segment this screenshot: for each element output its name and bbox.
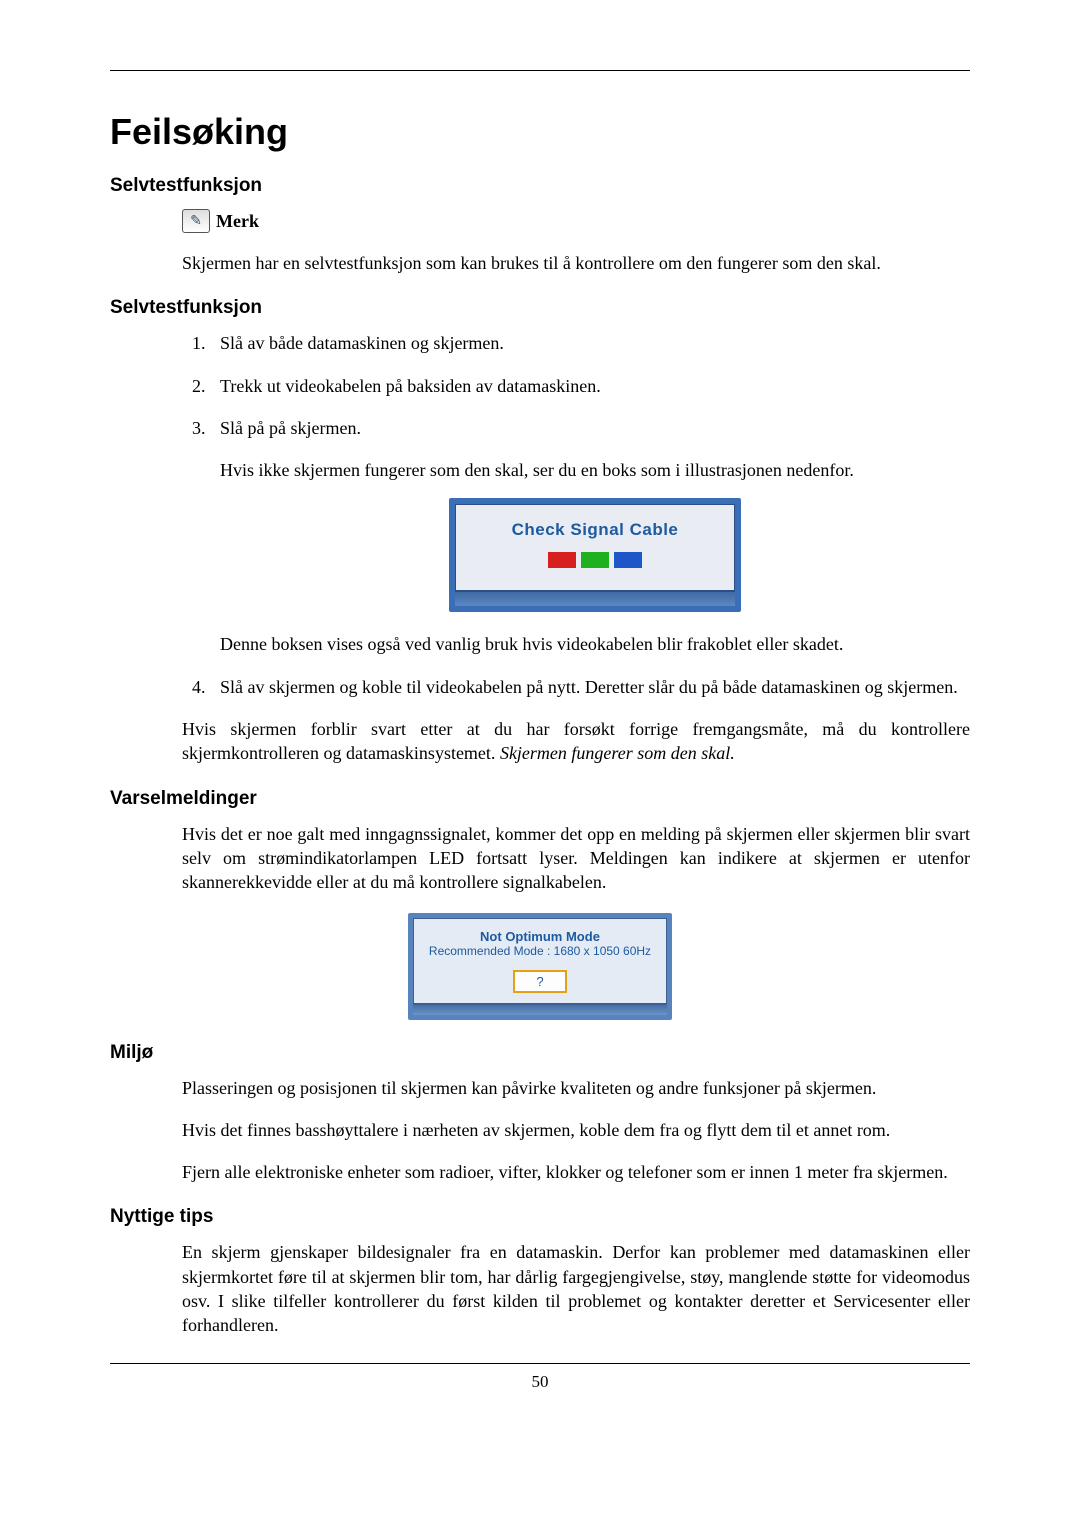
monitor-figure-2: Not Optimum Mode Recommended Mode : 1680… bbox=[408, 913, 672, 1020]
fig2-line1: Not Optimum Mode bbox=[422, 929, 658, 944]
monitor-bezel bbox=[455, 591, 735, 606]
section-selftest-1: Selvtestfunksjon bbox=[110, 175, 970, 197]
env-p3: Fjern alle elektroniske enheter som radi… bbox=[182, 1160, 970, 1184]
figure-1-wrap: Check Signal Cable bbox=[220, 498, 970, 612]
step-3-sub: Hvis ikke skjermen fungerer som den skal… bbox=[220, 458, 970, 482]
figure-2-wrap: Not Optimum Mode Recommended Mode : 1680… bbox=[110, 913, 970, 1020]
steps-list: Slå av både datamaskinen og skjermen. Tr… bbox=[182, 331, 970, 699]
step-3: Slå på på skjermen. Hvis ikke skjermen f… bbox=[210, 416, 970, 657]
note-row: ✎ Merk bbox=[182, 209, 970, 233]
fig2-line2: Recommended Mode : 1680 x 1050 60Hz bbox=[422, 944, 658, 958]
section-selftest-2: Selvtestfunksjon bbox=[110, 297, 970, 319]
section-env: Miljø bbox=[110, 1042, 970, 1064]
swatch-green bbox=[581, 552, 609, 568]
rgb-swatches bbox=[466, 552, 724, 568]
section-tips: Nyttige tips bbox=[110, 1206, 970, 1228]
top-rule bbox=[110, 70, 970, 71]
warnings-text: Hvis det er noe galt med inngagnssignale… bbox=[182, 822, 970, 895]
step-1: Slå av både datamaskinen og skjermen. bbox=[210, 331, 970, 355]
selftest-footer: Hvis skjermen forblir svart etter at du … bbox=[182, 717, 970, 766]
document-page: Feilsøking Selvtestfunksjon ✎ Merk Skjer… bbox=[0, 0, 1080, 1432]
check-signal-label: Check Signal Cable bbox=[466, 519, 724, 542]
step-3-after: Denne boksen vises også ved vanlig bruk … bbox=[220, 632, 970, 656]
section-warnings: Varselmeldinger bbox=[110, 788, 970, 810]
note-label: Merk bbox=[216, 211, 259, 232]
swatch-blue bbox=[614, 552, 642, 568]
tips-text: En skjerm gjenskaper bildesignaler fra e… bbox=[182, 1240, 970, 1337]
page-number: 50 bbox=[110, 1372, 970, 1392]
step-2: Trekk ut videokabelen på baksiden av dat… bbox=[210, 374, 970, 398]
page-title: Feilsøking bbox=[110, 111, 970, 153]
env-p1: Plasseringen og posisjonen til skjermen … bbox=[182, 1076, 970, 1100]
note-text: Skjermen har en selvtestfunksjon som kan… bbox=[182, 251, 970, 275]
fig2-help-box: ? bbox=[513, 970, 567, 993]
step-4: Slå av skjermen og koble til videokabele… bbox=[210, 675, 970, 699]
env-p2: Hvis det finnes basshøyttalere i nærhete… bbox=[182, 1118, 970, 1142]
swatch-red bbox=[548, 552, 576, 568]
bottom-rule bbox=[110, 1363, 970, 1364]
note-icon: ✎ bbox=[182, 209, 210, 233]
monitor-figure-1: Check Signal Cable bbox=[449, 498, 741, 612]
monitor2-bezel bbox=[413, 1004, 667, 1015]
